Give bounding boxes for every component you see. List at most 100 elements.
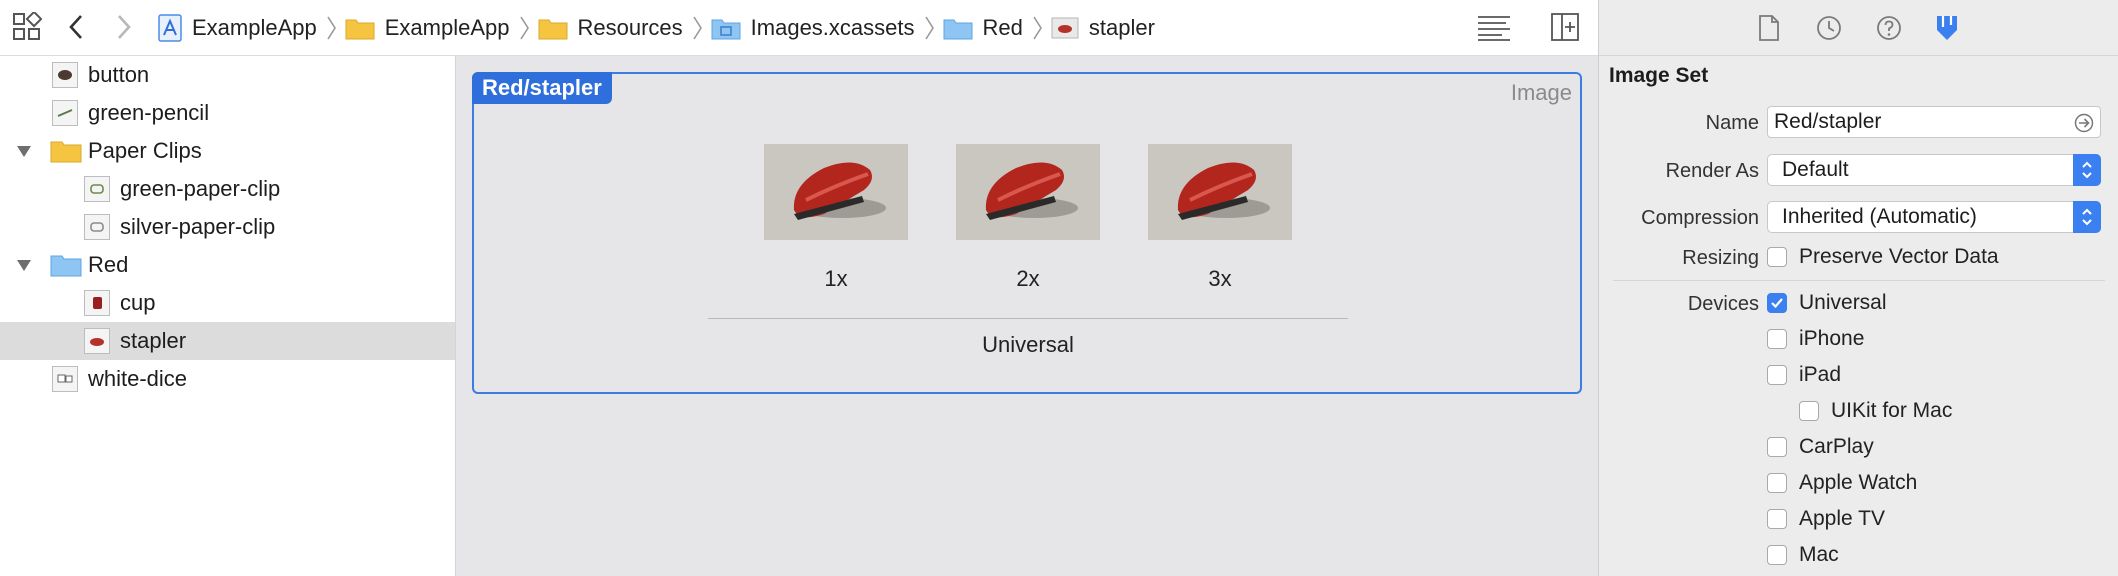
breadcrumb-item[interactable]: Resources [538,15,683,41]
attributes-inspector-icon[interactable] [1931,12,1963,44]
chevron-right-icon [1031,15,1043,41]
device-checkbox-apple-tv[interactable]: Apple TV [1767,507,1885,531]
inspector-tab-bar [1599,0,2118,56]
name-field-value: Red/stapler [1774,110,1882,133]
folder-icon [50,139,82,169]
checkbox[interactable] [1767,545,1787,565]
editor-options-icon[interactable] [1476,12,1512,47]
list-item[interactable]: Paper Clips [0,132,455,170]
breadcrumb-item[interactable]: stapler [1051,15,1155,41]
checkbox[interactable] [1767,509,1787,529]
compression-value: Inherited (Automatic) [1782,205,1977,228]
file-inspector-icon[interactable] [1753,12,1785,44]
image-slot-3x[interactable] [1148,144,1292,240]
device-checkbox-ipad[interactable]: iPad [1767,363,1841,387]
add-editor-icon[interactable] [1550,12,1580,47]
divider [1613,280,2105,281]
device-checkbox-iphone[interactable]: iPhone [1767,327,1864,351]
device-checkbox-apple-watch[interactable]: Apple Watch [1767,471,1917,495]
device-label: Apple TV [1799,507,1885,530]
image-thumbnail-icon [84,176,110,202]
preserve-vector-label: Preserve Vector Data [1799,245,1999,268]
checkbox[interactable] [1767,437,1787,457]
back-chevron-icon[interactable] [66,12,88,42]
list-item-label: white-dice [88,366,188,391]
list-item-label: Paper Clips [88,138,202,163]
device-checkbox-uikit-for-mac[interactable]: UIKit for Mac [1799,399,1952,423]
checkbox[interactable] [1767,473,1787,493]
device-checkbox-mac[interactable]: Mac [1767,543,1839,567]
history-inspector-icon[interactable] [1813,12,1845,44]
list-item-label: button [88,62,150,87]
image-thumbnail-icon [84,214,110,240]
breadcrumb-item[interactable]: Red [943,15,1023,41]
image-thumbnail-icon [52,366,78,392]
compression-popup[interactable]: Inherited (Automatic) [1767,201,2101,233]
breadcrumb-item[interactable]: ExampleApp [345,15,510,41]
list-item[interactable]: green-pencil [0,94,455,132]
image-set-name-tag: Red/stapler [472,72,612,104]
stapler-image [956,144,1100,240]
breadcrumb-item[interactable]: ExampleApp [158,14,317,42]
list-item[interactable]: Red [0,246,455,284]
chevron-right-icon [691,15,703,41]
breadcrumb-label: ExampleApp [192,15,317,40]
disclosure-triangle-icon[interactable] [14,141,34,161]
list-item[interactable]: white-dice [0,360,455,398]
device-label: iPhone [1799,327,1865,350]
image-slot-1x[interactable] [764,144,908,240]
disclosure-triangle-icon[interactable] [14,255,34,275]
checkbox[interactable] [1767,329,1787,349]
help-inspector-icon[interactable] [1873,12,1905,44]
related-items-grid-icon[interactable] [12,12,42,42]
image-thumbnail-icon [1051,16,1079,40]
idiom-divider [708,318,1348,319]
breadcrumb-item[interactable]: Images.xcassets [711,15,915,41]
list-item[interactable]: silver-paper-clip [0,208,455,246]
image-set-box[interactable]: Red/stapler Image 1x 2x 3x Universal [472,72,1582,394]
checkbox[interactable] [1767,247,1787,267]
blue-folder-icon [50,253,82,283]
list-item-label: silver-paper-clip [120,214,276,239]
image-thumbnail-icon [52,100,78,126]
breadcrumb: ExampleApp ExampleApp Resources Images.x… [158,0,1155,56]
list-item[interactable]: green-paper-clip [0,170,455,208]
forward-chevron-icon[interactable] [112,12,134,42]
scale-label: 3x [1208,266,1232,291]
name-label: Name [1705,112,1759,134]
list-item[interactable]: button [0,56,455,94]
device-label: iPad [1799,363,1842,386]
list-item[interactable]: cup [0,284,455,322]
device-checkbox-universal[interactable]: Universal [1767,291,1887,315]
asset-navigator: button green-pencil Paper Clips green-pa… [0,56,456,576]
jump-bar: ExampleApp ExampleApp Resources Images.x… [0,0,1598,56]
folder-icon [345,16,375,40]
list-item-label: stapler [120,328,187,353]
name-field[interactable]: Red/stapler [1767,106,2101,138]
folder-icon [538,16,568,40]
section-title: Image Set [1609,64,1709,87]
device-checkbox-carplay[interactable]: CarPlay [1767,435,1874,459]
chevron-right-icon [325,15,337,41]
popup-arrows-icon [2073,154,2101,186]
go-arrow-icon[interactable] [2074,113,2094,139]
checkbox[interactable] [1799,401,1819,421]
image-set-kind-label: Image [1510,80,1572,105]
checkmark-icon [1771,298,1783,309]
list-item-label: cup [120,290,156,315]
preserve-vector-checkbox[interactable]: Preserve Vector Data [1767,245,1999,269]
render-as-popup[interactable]: Default [1767,154,2101,186]
checkbox[interactable] [1767,293,1787,313]
asset-editor: Red/stapler Image 1x 2x 3x Universal [456,56,1598,576]
breadcrumb-label: Images.xcassets [750,15,915,40]
compression-label: Compression [1641,207,1759,229]
list-item[interactable]: stapler [0,322,455,360]
image-slot-2x[interactable] [956,144,1100,240]
image-thumbnail-icon [52,62,78,88]
checkbox[interactable] [1767,365,1787,385]
device-label: CarPlay [1799,435,1874,458]
device-label: Apple Watch [1799,471,1918,494]
chevron-right-icon [518,15,530,41]
image-thumbnail-icon [84,328,110,354]
stapler-image [1148,144,1292,240]
